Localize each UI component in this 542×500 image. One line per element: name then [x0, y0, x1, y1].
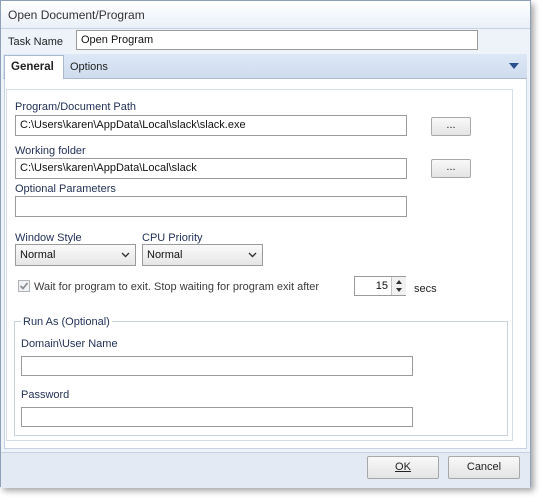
chevron-down-icon [248, 252, 257, 258]
domain-user-input[interactable] [21, 356, 413, 376]
tab-menu-chevron-icon[interactable] [509, 63, 519, 70]
title-bar: Open Document/Program [1, 1, 530, 29]
program-path-browse-button[interactable]: ... [431, 117, 471, 136]
wait-checkbox[interactable] [18, 280, 30, 292]
program-path-label: Program/Document Path [15, 101, 137, 113]
ok-button[interactable]: OK [367, 456, 439, 479]
cancel-button-label: Cancel [466, 461, 502, 473]
password-input[interactable] [21, 407, 413, 427]
spinner-arrows-icon [396, 280, 402, 292]
working-folder-label: Working folder [15, 145, 86, 157]
tab-general[interactable]: General [4, 55, 64, 80]
run-as-group-label: Run As (Optional) [21, 316, 112, 328]
cpu-priority-value: Normal [147, 249, 183, 261]
optional-params-label: Optional Parameters [15, 183, 116, 195]
optional-params-input[interactable] [15, 196, 407, 217]
checkmark-icon [19, 282, 29, 290]
task-name-input[interactable]: Open Program [76, 30, 478, 50]
domain-user-label: Domain\User Name [21, 338, 118, 350]
working-folder-input[interactable]: C:\Users\karen\AppData\Local\slack [15, 158, 407, 179]
cancel-button[interactable]: Cancel [448, 456, 520, 479]
cpu-priority-label: CPU Priority [142, 232, 203, 244]
window-style-value: Normal [20, 249, 56, 261]
chevron-down-icon [121, 252, 130, 258]
wait-seconds-spinner[interactable] [391, 277, 406, 295]
window-style-select[interactable]: Normal [15, 244, 136, 266]
cpu-priority-select[interactable]: Normal [142, 244, 263, 266]
tab-options[interactable]: Options [70, 61, 108, 73]
ok-button-label: OK [395, 461, 411, 473]
program-path-input[interactable]: C:\Users\karen\AppData\Local\slack\slack… [15, 115, 407, 136]
wait-seconds-unit: secs [414, 283, 437, 295]
window-title: Open Document/Program [8, 8, 145, 22]
wait-label: Wait for program to exit. Stop waiting f… [34, 281, 320, 293]
password-label: Password [21, 389, 70, 401]
dialog-window: Open Document/Program Task Name Open Pro… [0, 0, 531, 488]
task-name-label: Task Name [8, 36, 64, 48]
window-style-label: Window Style [15, 232, 82, 244]
working-folder-browse-button[interactable]: ... [431, 159, 471, 178]
